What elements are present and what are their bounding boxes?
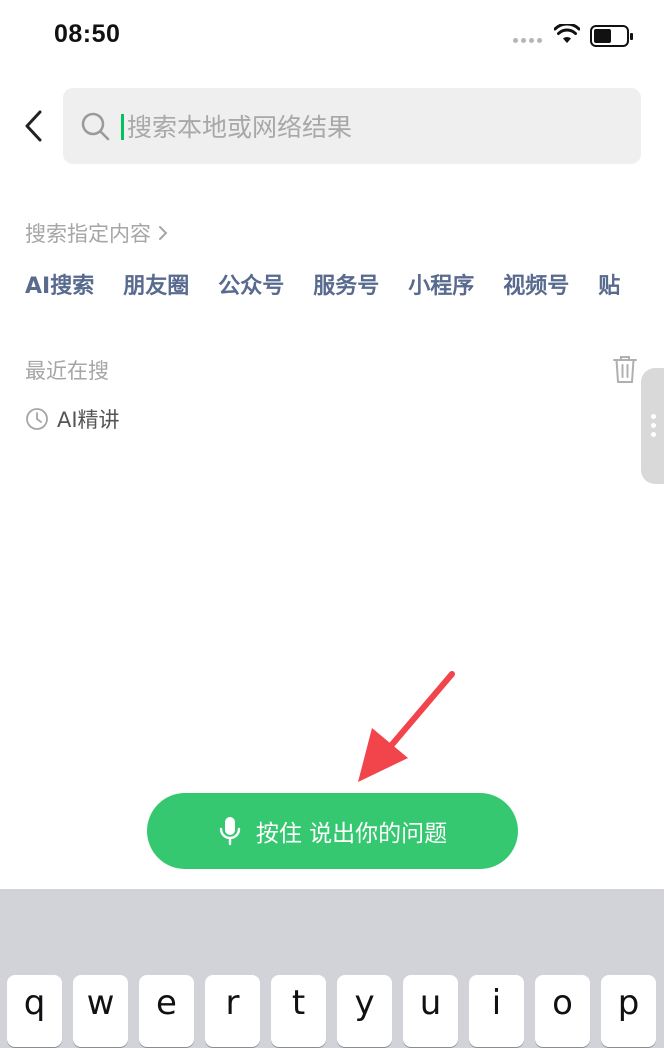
hold-to-speak-button[interactable]: 按住 说出你的问题 bbox=[147, 793, 518, 869]
recent-searches-title: 最近在搜 bbox=[25, 359, 109, 383]
chevron-right-icon bbox=[159, 226, 168, 240]
back-chevron-icon[interactable] bbox=[20, 108, 50, 144]
status-bar: 08:50 bbox=[0, 0, 664, 72]
status-time: 08:50 bbox=[54, 20, 121, 48]
search-bar[interactable] bbox=[63, 88, 641, 164]
key-t[interactable]: t bbox=[271, 975, 326, 1047]
clock-icon bbox=[26, 408, 48, 430]
category-moments[interactable]: 朋友圈 bbox=[123, 268, 189, 300]
key-u[interactable]: u bbox=[403, 975, 458, 1047]
key-w[interactable]: w bbox=[73, 975, 128, 1047]
text-cursor bbox=[121, 114, 124, 140]
key-i[interactable]: i bbox=[469, 975, 524, 1047]
key-r[interactable]: r bbox=[205, 975, 260, 1047]
cellular-signal-icon bbox=[513, 38, 545, 44]
search-specific-header[interactable]: 搜索指定内容 bbox=[25, 218, 169, 248]
side-floating-handle[interactable] bbox=[641, 368, 664, 484]
category-ai-search[interactable]: AI搜索 bbox=[25, 268, 94, 300]
wifi-icon bbox=[554, 24, 580, 43]
keyboard: q w e r t y u i o p bbox=[0, 889, 664, 1048]
key-q[interactable]: q bbox=[7, 975, 62, 1047]
category-mini-programs[interactable]: 小程序 bbox=[408, 268, 474, 300]
category-channels[interactable]: 视频号 bbox=[503, 268, 569, 300]
recent-search-item[interactable]: AI精讲 bbox=[25, 404, 120, 434]
key-e[interactable]: e bbox=[139, 975, 194, 1047]
recent-search-label: AI精讲 bbox=[57, 408, 120, 432]
trash-icon[interactable] bbox=[612, 354, 638, 384]
category-official-accounts[interactable]: 公众号 bbox=[218, 268, 284, 300]
category-service-accounts[interactable]: 服务号 bbox=[313, 268, 379, 300]
key-y[interactable]: y bbox=[337, 975, 392, 1047]
hold-to-speak-label: 按住 说出你的问题 bbox=[255, 821, 448, 847]
search-icon bbox=[81, 112, 110, 141]
microphone-icon bbox=[219, 817, 241, 846]
more-dots-icon bbox=[651, 414, 656, 437]
keyboard-row-1: q w e r t y u i o p bbox=[7, 975, 656, 1047]
red-arrow-annotation bbox=[358, 671, 455, 782]
key-p[interactable]: p bbox=[601, 975, 656, 1047]
search-specific-title: 搜索指定内容 bbox=[25, 222, 151, 246]
key-o[interactable]: o bbox=[535, 975, 590, 1047]
category-stickers[interactable]: 贴 bbox=[598, 268, 620, 300]
search-input[interactable] bbox=[125, 102, 629, 152]
battery-icon bbox=[590, 25, 633, 47]
category-row: AI搜索 朋友圈 公众号 服务号 小程序 视频号贴 bbox=[25, 268, 664, 302]
